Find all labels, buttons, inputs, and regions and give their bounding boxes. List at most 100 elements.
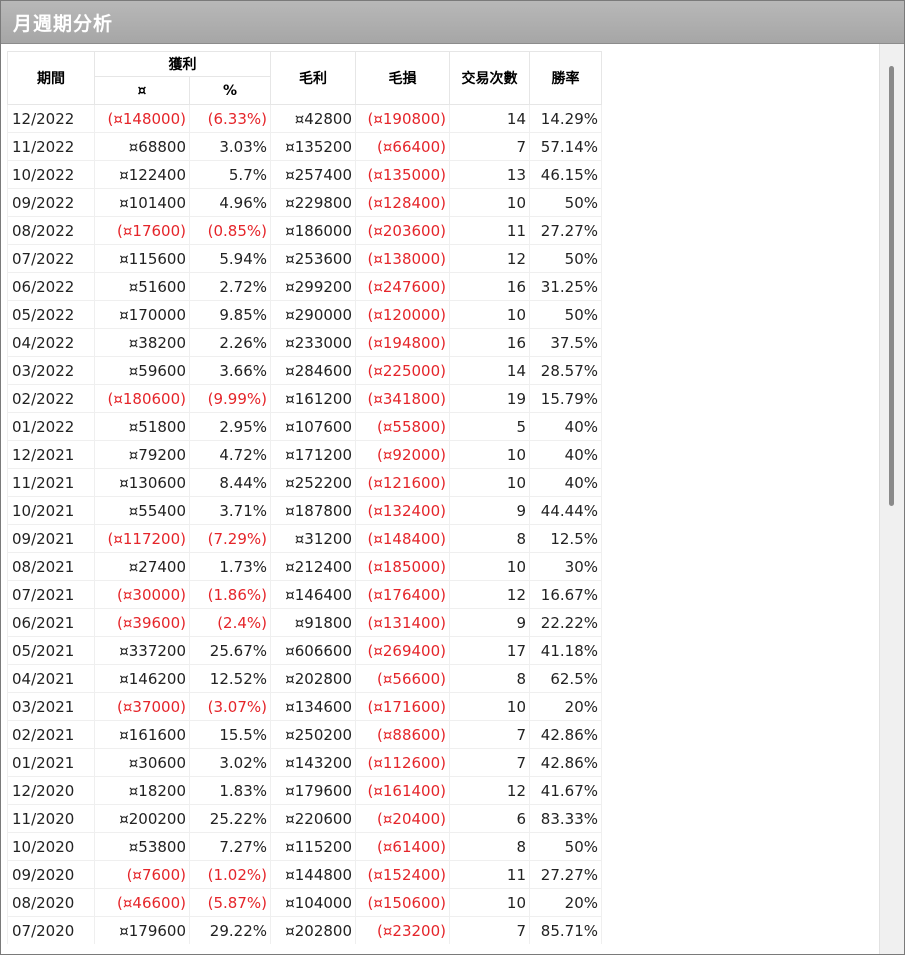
cell-win-rate: 50% [529, 832, 602, 861]
table-row[interactable]: 07/2020 ¤179600 29.22% ¤202800 (¤23200) 7 85.7… [7, 916, 602, 944]
table-row[interactable]: 01/2021 ¤30600 3.02% ¤143200 (¤112600) 7 42.86… [7, 748, 602, 777]
table-row[interactable]: 01/2022 ¤51800 2.95% ¤107600 (¤55800) 5 40% [7, 412, 602, 441]
table-row[interactable]: 11/2020 ¤200200 25.22% ¤220600 (¤20400) 6 83.3… [7, 804, 602, 833]
header-profit-percent[interactable]: % [189, 76, 271, 105]
table-row[interactable]: 08/2020 (¤46600) (5.87%) ¤104000 (¤150600) 10… [7, 888, 602, 917]
table-row[interactable]: 10/2022 ¤122400 5.7% ¤257400 (¤135000) 13 46.1… [7, 160, 602, 189]
monthly-analysis-window: 月週期分析 期間 獲利 毛利 毛損 交易次數 勝率 ¤ % 12/2022 (¤… [0, 0, 905, 955]
cell-trade-count: 10 [449, 888, 530, 917]
header-win-rate[interactable]: 勝率 [529, 51, 602, 105]
cell-period: 09/2021 [7, 524, 95, 553]
cell-profit: ¤68800 [94, 132, 190, 161]
table-row[interactable]: 06/2022 ¤51600 2.72% ¤299200 (¤247600) 16 31.2… [7, 272, 602, 301]
cell-trade-count: 7 [449, 916, 530, 944]
cell-period: 09/2020 [7, 860, 95, 889]
cell-profit: ¤55400 [94, 496, 190, 525]
table-row[interactable]: 02/2021 ¤161600 15.5% ¤250200 (¤88600) 7 42.86… [7, 720, 602, 749]
cell-profit-percent: 5.7% [189, 160, 271, 189]
header-gross-profit[interactable]: 毛利 [270, 51, 356, 105]
cell-gross-loss: (¤152400) [355, 860, 450, 889]
table-row[interactable]: 12/2021 ¤79200 4.72% ¤171200 (¤92000) 10 40% [7, 440, 602, 469]
cell-period: 12/2021 [7, 440, 95, 469]
table-row[interactable]: 12/2022 (¤148000) (6.33%) ¤42800 (¤190800) 14… [7, 104, 602, 133]
cell-profit-percent: 3.03% [189, 132, 271, 161]
table-row[interactable]: 07/2022 ¤115600 5.94% ¤253600 (¤138000) 12 50% [7, 244, 602, 273]
cell-profit: (¤148000) [94, 104, 190, 133]
cell-period: 03/2022 [7, 356, 95, 385]
header-profit-amount[interactable]: ¤ [94, 76, 190, 105]
cell-gross-loss: (¤161400) [355, 776, 450, 805]
cell-gross-loss: (¤203600) [355, 216, 450, 245]
cell-gross-profit: ¤299200 [270, 272, 356, 301]
cell-win-rate: 42.86% [529, 748, 602, 777]
table-container[interactable]: 期間 獲利 毛利 毛損 交易次數 勝率 ¤ % 12/2022 (¤148000)… [7, 51, 879, 944]
header-period[interactable]: 期間 [7, 51, 95, 105]
cell-period: 05/2022 [7, 300, 95, 329]
cell-trade-count: 17 [449, 636, 530, 665]
cell-profit: ¤59600 [94, 356, 190, 385]
cell-period: 12/2020 [7, 776, 95, 805]
cell-win-rate: 20% [529, 692, 602, 721]
table-row[interactable]: 04/2022 ¤38200 2.26% ¤233000 (¤194800) 16 37.5… [7, 328, 602, 357]
table-row[interactable]: 07/2021 (¤30000) (1.86%) ¤146400 (¤176400) 12… [7, 580, 602, 609]
cell-trade-count: 10 [449, 300, 530, 329]
cell-profit: ¤51800 [94, 412, 190, 441]
header-gross-loss[interactable]: 毛損 [355, 51, 450, 105]
cell-gross-loss: (¤88600) [355, 720, 450, 749]
table-row[interactable]: 03/2021 (¤37000) (3.07%) ¤134600 (¤171600) 10… [7, 692, 602, 721]
cell-profit-percent: (0.85%) [189, 216, 271, 245]
cell-period: 10/2021 [7, 496, 95, 525]
table-row[interactable]: 09/2022 ¤101400 4.96% ¤229800 (¤128400) 10 50% [7, 188, 602, 217]
cell-period: 08/2022 [7, 216, 95, 245]
cell-profit-percent: 5.94% [189, 244, 271, 273]
table-row[interactable]: 06/2021 (¤39600) (2.4%) ¤91800 (¤131400) 9 22.… [7, 608, 602, 637]
cell-profit-percent: 9.85% [189, 300, 271, 329]
cell-gross-loss: (¤171600) [355, 692, 450, 721]
cell-period: 11/2022 [7, 132, 95, 161]
cell-profit: (¤37000) [94, 692, 190, 721]
header-trade-count[interactable]: 交易次數 [449, 51, 530, 105]
cell-gross-profit: ¤212400 [270, 552, 356, 581]
cell-gross-loss: (¤138000) [355, 244, 450, 273]
cell-period: 09/2022 [7, 188, 95, 217]
cell-profit: ¤146200 [94, 664, 190, 693]
cell-period: 10/2022 [7, 160, 95, 189]
table-row[interactable]: 10/2021 ¤55400 3.71% ¤187800 (¤132400) 9 44.44… [7, 496, 602, 525]
cell-profit-percent: 3.71% [189, 496, 271, 525]
cell-period: 04/2021 [7, 664, 95, 693]
cell-profit-percent: (9.99%) [189, 384, 271, 413]
cell-profit-percent: 12.52% [189, 664, 271, 693]
scrollbar-thumb[interactable] [889, 66, 894, 506]
cell-gross-loss: (¤269400) [355, 636, 450, 665]
cell-trade-count: 11 [449, 216, 530, 245]
cell-profit: ¤18200 [94, 776, 190, 805]
table-row[interactable]: 09/2020 (¤7600) (1.02%) ¤144800 (¤152400) 11 2… [7, 860, 602, 889]
vertical-scrollbar[interactable] [879, 44, 904, 954]
table-row[interactable]: 05/2022 ¤170000 9.85% ¤290000 (¤120000) 10 50% [7, 300, 602, 329]
table-header: 期間 獲利 毛利 毛損 交易次數 勝率 ¤ % [7, 51, 602, 105]
cell-gross-profit: ¤187800 [270, 496, 356, 525]
cell-period: 07/2020 [7, 916, 95, 944]
table-row[interactable]: 05/2021 ¤337200 25.67% ¤606600 (¤269400) 17 41… [7, 636, 602, 665]
table-row[interactable]: 10/2020 ¤53800 7.27% ¤115200 (¤61400) 8 50% [7, 832, 602, 861]
header-profit[interactable]: 獲利 [94, 51, 271, 77]
cell-trade-count: 7 [449, 132, 530, 161]
cell-profit-percent: 2.72% [189, 272, 271, 301]
table-row[interactable]: 11/2021 ¤130600 8.44% ¤252200 (¤121600) 10 40% [7, 468, 602, 497]
cell-trade-count: 5 [449, 412, 530, 441]
monthly-analysis-table: 期間 獲利 毛利 毛損 交易次數 勝率 ¤ % 12/2022 (¤148000)… [7, 51, 602, 944]
table-row[interactable]: 11/2022 ¤68800 3.03% ¤135200 (¤66400) 7 57.14% [7, 132, 602, 161]
table-row[interactable]: 04/2021 ¤146200 12.52% ¤202800 (¤56600) 8 62.5… [7, 664, 602, 693]
table-row[interactable]: 12/2020 ¤18200 1.83% ¤179600 (¤161400) 12 41.6… [7, 776, 602, 805]
cell-profit-percent: (6.33%) [189, 104, 271, 133]
table-row[interactable]: 08/2021 ¤27400 1.73% ¤212400 (¤185000) 10 30% [7, 552, 602, 581]
table-row[interactable]: 08/2022 (¤17600) (0.85%) ¤186000 (¤203600) 11… [7, 216, 602, 245]
cell-gross-profit: ¤42800 [270, 104, 356, 133]
table-row[interactable]: 09/2021 (¤117200) (7.29%) ¤31200 (¤148400) 8 1… [7, 524, 602, 553]
cell-gross-loss: (¤190800) [355, 104, 450, 133]
cell-trade-count: 6 [449, 804, 530, 833]
table-row[interactable]: 03/2022 ¤59600 3.66% ¤284600 (¤225000) 14 28.5… [7, 356, 602, 385]
table-row[interactable]: 02/2022 (¤180600) (9.99%) ¤161200 (¤341800) 1… [7, 384, 602, 413]
cell-win-rate: 12.5% [529, 524, 602, 553]
cell-gross-profit: ¤290000 [270, 300, 356, 329]
